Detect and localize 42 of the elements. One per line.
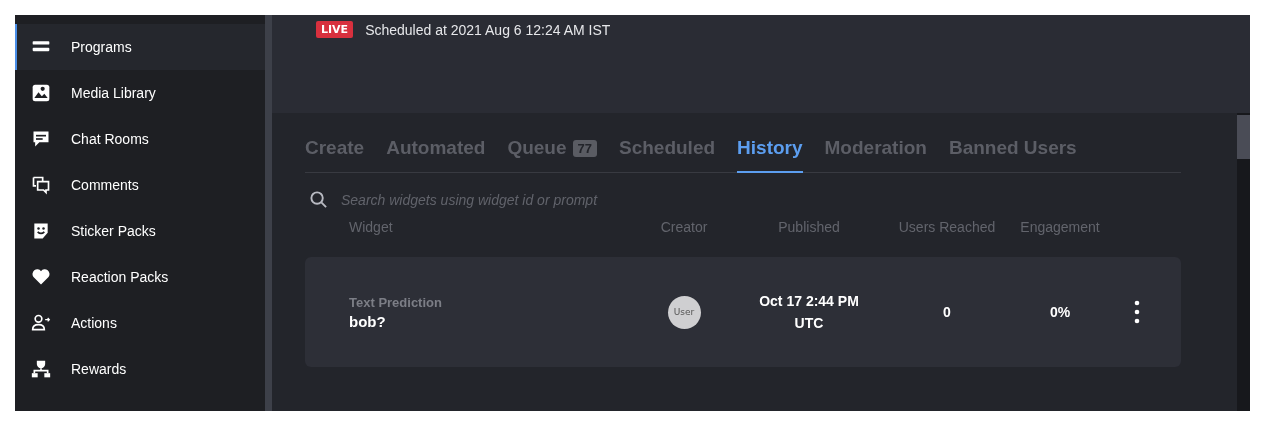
tab[interactable]: History xyxy=(737,137,803,173)
heart-icon xyxy=(31,267,51,287)
published-time: Oct 17 2:44 PM UTC xyxy=(758,293,860,331)
sidebar-item[interactable]: Media Library xyxy=(15,70,265,116)
sidebar-item[interactable]: Programs xyxy=(15,24,265,70)
column-header: Published xyxy=(778,219,840,235)
tab-label: Queue xyxy=(507,137,567,159)
column-header: Engagement xyxy=(1020,219,1100,235)
more-options-icon[interactable] xyxy=(1134,300,1140,324)
column-header: Users Reached xyxy=(898,219,996,235)
search-field[interactable]: Search widgets using widget id or prompt xyxy=(341,191,741,208)
tab-label: Automated xyxy=(386,137,486,159)
comments-icon xyxy=(31,175,51,195)
trophy-tree-icon xyxy=(31,359,51,379)
tab-label: Banned Users xyxy=(948,137,1077,159)
sidebar-item[interactable]: Comments xyxy=(15,162,265,208)
column-header: Creator xyxy=(660,219,708,235)
column-header: Widget xyxy=(349,219,393,235)
tab-label: History xyxy=(737,137,803,159)
engagement-value: 0% xyxy=(1049,304,1071,320)
widget-type: Text Prediction xyxy=(349,294,443,310)
schedule-text: Scheduled at 2021 Aug 6 12:24 AM IST xyxy=(365,22,611,38)
user-arrow-icon xyxy=(31,313,51,333)
sidebar-item[interactable]: Chat Rooms xyxy=(15,116,265,162)
tab-label: Scheduled xyxy=(619,137,716,159)
scrollbar-thumb[interactable] xyxy=(1237,115,1250,159)
users-reached-value: 0 xyxy=(943,304,951,320)
image-icon xyxy=(31,83,51,103)
sidebar-item[interactable]: Actions xyxy=(15,300,265,346)
widget-card[interactable]: Text Prediction bob? User Oct 17 2:44 PM UTC 0 0% xyxy=(305,257,1181,367)
chat-bubble-icon xyxy=(31,129,51,149)
sidebar-item[interactable]: Sticker Packs xyxy=(15,208,265,254)
search-icon xyxy=(309,190,328,209)
sidebar-item[interactable]: Reaction Packs xyxy=(15,254,265,300)
tab-label: Moderation xyxy=(824,137,927,159)
creator-avatar: User xyxy=(667,295,701,329)
tab-label: Create xyxy=(305,137,365,159)
sidebar-item[interactable]: Rewards xyxy=(15,346,265,392)
smiley-sticker-icon xyxy=(31,221,51,241)
widget-prompt: bob? xyxy=(349,312,387,330)
count-badge: 77 xyxy=(572,139,597,157)
live-badge: LIVE xyxy=(316,21,354,38)
